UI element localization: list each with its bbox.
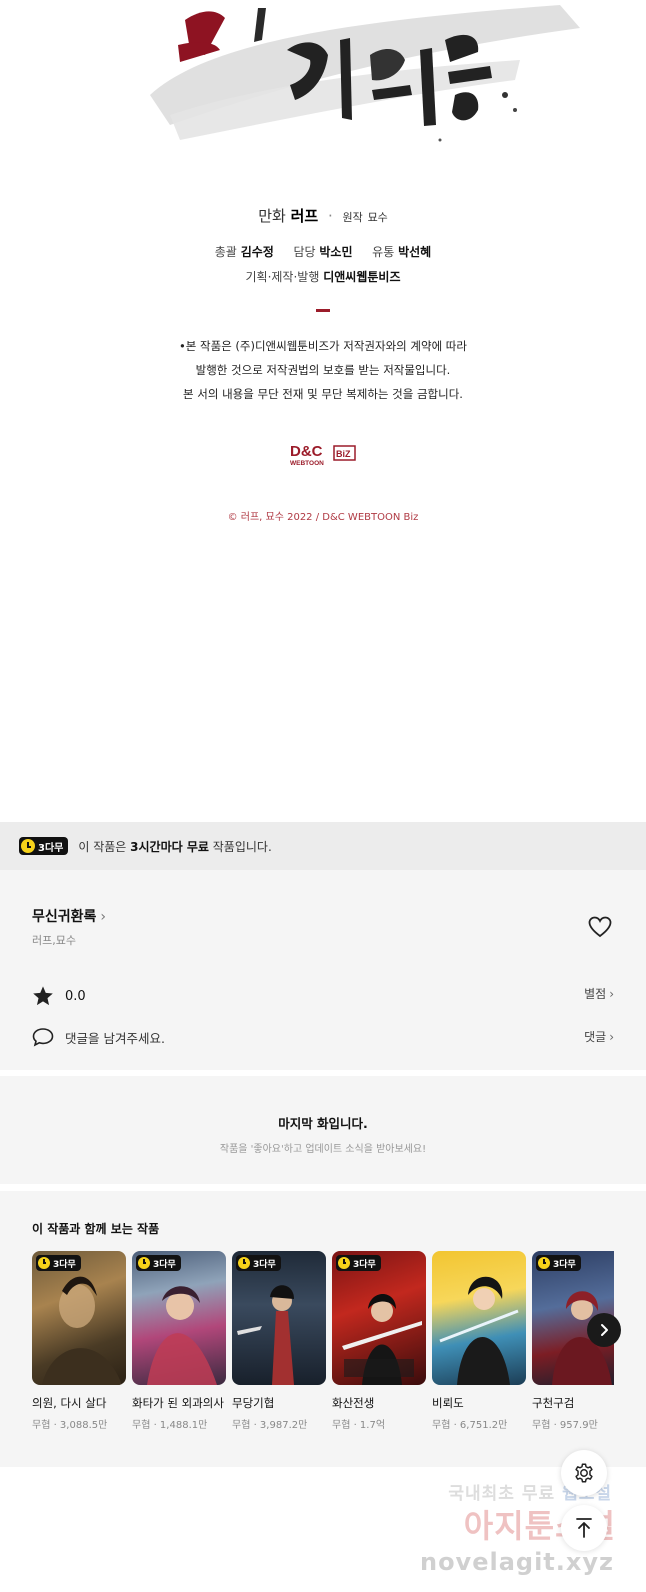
copyright-text: © 러프, 묘수 2022 / D&C WEBTOON Biz: [227, 512, 419, 523]
card-meta: 무협 · 6,751.2만: [432, 1420, 508, 1431]
distribution-label: 유통: [372, 245, 395, 259]
like-heart-icon[interactable]: [588, 916, 612, 938]
clock-icon: [21, 839, 35, 853]
wait-free-badge: 3다무: [536, 1255, 581, 1271]
clock-icon: [138, 1257, 150, 1269]
free-wait-text: 이 작품은 3시간마다 무료 작품입니다.: [78, 839, 272, 854]
original-name: 묘수: [367, 211, 388, 224]
card-title: 무당기협: [232, 1396, 275, 1410]
scroll-to-top-button[interactable]: [561, 1505, 607, 1551]
carousel-next-button[interactable]: [587, 1313, 621, 1347]
chief-name: 김수정: [240, 245, 274, 259]
notice-line: 발행한 것으로 저작권법의 보호를 받는 저작물입니다.: [195, 363, 451, 377]
credits-block: 만화 러프 · 원작 묘수 총괄 김수정 담당 박소민 유통 박선혜 기획·제작…: [0, 205, 646, 523]
clock-icon: [38, 1257, 50, 1269]
cover-thumbnail: [432, 1251, 526, 1385]
distribution-name: 박선혜: [398, 245, 432, 259]
gear-icon: [575, 1463, 593, 1483]
card-title: 화산전생: [332, 1396, 375, 1410]
credits-staff-line: 총괄 김수정 담당 박소민 유통 박선혜: [0, 243, 646, 260]
svg-text:BiZ: BiZ: [336, 449, 351, 459]
recommend-card[interactable]: 3다무 의원, 다시 살다 무협 · 3,088.5만: [32, 1251, 126, 1431]
comment-row[interactable]: 댓글을 남겨주세요.: [32, 1027, 165, 1047]
star-icon: [32, 985, 54, 1007]
rating-link[interactable]: 별점 ›: [584, 985, 614, 1002]
wait-free-badge: 3다무: [236, 1255, 281, 1271]
recommendations-section: 이 작품과 함께 보는 작품 3다무 의원, 다시 살다 무협 · 3,088.…: [0, 1191, 646, 1467]
comment-prompt: 댓글을 남겨주세요.: [65, 1030, 165, 1046]
copyright-notice: •본 작품은 (주)디앤씨웹툰비즈가 저작권자와의 계약에 따라 발행한 것으로…: [0, 334, 646, 406]
manhwa-name: 러프: [290, 207, 319, 225]
wait-free-badge: 3다무: [19, 837, 69, 855]
wait-free-badge: 3다무: [36, 1255, 81, 1271]
credits-author-line: 만화 러프 · 원작 묘수: [0, 205, 646, 226]
title-calligraphy-art: [0, 0, 646, 190]
clock-icon: [238, 1257, 250, 1269]
production-label: 기획·제작·발행: [245, 270, 320, 284]
cover-thumbnail: 3다무: [232, 1251, 326, 1385]
recommend-card[interactable]: 3다무 화산전생 무협 · 1.7억: [332, 1251, 426, 1431]
wait-free-badge: 3다무: [336, 1255, 381, 1271]
work-authors: 러프,묘수: [32, 934, 76, 947]
wait-free-badge: 3다무: [136, 1255, 181, 1271]
recommend-card[interactable]: 비뢰도 무협 · 6,751.2만: [432, 1251, 526, 1431]
manager-label: 담당: [293, 245, 316, 259]
last-episode-title: 마지막 화입니다.: [278, 1116, 368, 1131]
clock-icon: [338, 1257, 350, 1269]
manhwa-label: 만화: [258, 207, 286, 225]
work-title-link[interactable]: 무신귀환록 ›: [32, 906, 106, 926]
card-meta: 무협 · 3,088.5만: [32, 1420, 108, 1431]
clock-icon: [538, 1257, 550, 1269]
rating-row: 0.0: [32, 985, 86, 1007]
cover-thumbnail: 3다무: [332, 1251, 426, 1385]
comments-link[interactable]: 댓글 ›: [584, 1028, 614, 1045]
card-meta: 무협 · 1.7억: [332, 1420, 386, 1431]
svg-text:WEBTOON: WEBTOON: [290, 460, 324, 467]
viewer-settings-button[interactable]: [561, 1450, 607, 1496]
arrow-up-to-top-icon: [576, 1518, 592, 1538]
cover-thumbnail: 3다무: [132, 1251, 226, 1385]
card-meta: 무협 · 957.9만: [532, 1420, 598, 1431]
chief-label: 총괄: [214, 245, 237, 259]
chevron-right-icon: [601, 1324, 608, 1336]
rating-value: 0.0: [65, 988, 86, 1004]
last-episode-notice: 마지막 화입니다. 작품을 '좋아요'하고 업데이트 소식을 받아보세요!: [0, 1076, 646, 1184]
card-meta: 무협 · 3,987.2만: [232, 1420, 308, 1431]
watermark-line3: novelagit.xyz: [419, 1548, 614, 1576]
work-info-panel: 무신귀환록 › 러프,묘수 0.0 별점 › 댓글을 남겨주세요. 댓글 ›: [0, 870, 646, 1070]
recommendations-title: 이 작품과 함께 보는 작품: [32, 1222, 160, 1236]
card-title: 의원, 다시 살다: [32, 1396, 107, 1410]
manager-name: 박소민: [319, 245, 353, 259]
free-wait-bar: 3다무 이 작품은 3시간마다 무료 작품입니다.: [0, 822, 646, 870]
card-title: 구천구검: [532, 1396, 575, 1410]
recommend-card[interactable]: 3다무 무당기협 무협 · 3,987.2만: [232, 1251, 326, 1431]
speech-bubble-icon: [32, 1027, 54, 1047]
chevron-right-icon: ›: [609, 1030, 614, 1044]
site-watermark: 국내최초 무료 웹소설 아지툰소설 novelagit.xyz: [420, 1475, 640, 1587]
separator-dot: ·: [327, 207, 333, 225]
divider-dash: [316, 309, 330, 312]
card-title: 비뢰도: [432, 1396, 464, 1410]
production-name: 디앤씨웹툰비즈: [323, 270, 401, 284]
chevron-right-icon: ›: [100, 909, 107, 925]
last-episode-subtitle: 작품을 '좋아요'하고 업데이트 소식을 받아보세요!: [219, 1144, 427, 1155]
chevron-right-icon: ›: [609, 987, 614, 1001]
notice-line: •본 작품은 (주)디앤씨웹툰비즈가 저작권자와의 계약에 따라: [179, 339, 467, 353]
recommend-card[interactable]: 3다무 화타가 된 외과의사 무협 · 1,488.1만: [132, 1251, 226, 1431]
recommendations-carousel: 3다무 의원, 다시 살다 무협 · 3,088.5만 3다무 화타가 된 외과…: [32, 1251, 614, 1461]
credits-production-line: 기획·제작·발행 디앤씨웹툰비즈: [0, 268, 646, 285]
card-title: 화타가 된 외과의사: [132, 1396, 224, 1410]
notice-line: 본 서의 내용을 무단 전재 및 무단 복제하는 것을 금합니다.: [183, 387, 463, 401]
card-meta: 무협 · 1,488.1만: [132, 1420, 208, 1431]
svg-text:D&C: D&C: [290, 443, 323, 460]
dnc-webtoon-biz-logo: D&C WEBTOON BiZ: [288, 440, 358, 468]
cover-thumbnail: 3다무: [32, 1251, 126, 1385]
original-label: 원작: [342, 211, 363, 224]
